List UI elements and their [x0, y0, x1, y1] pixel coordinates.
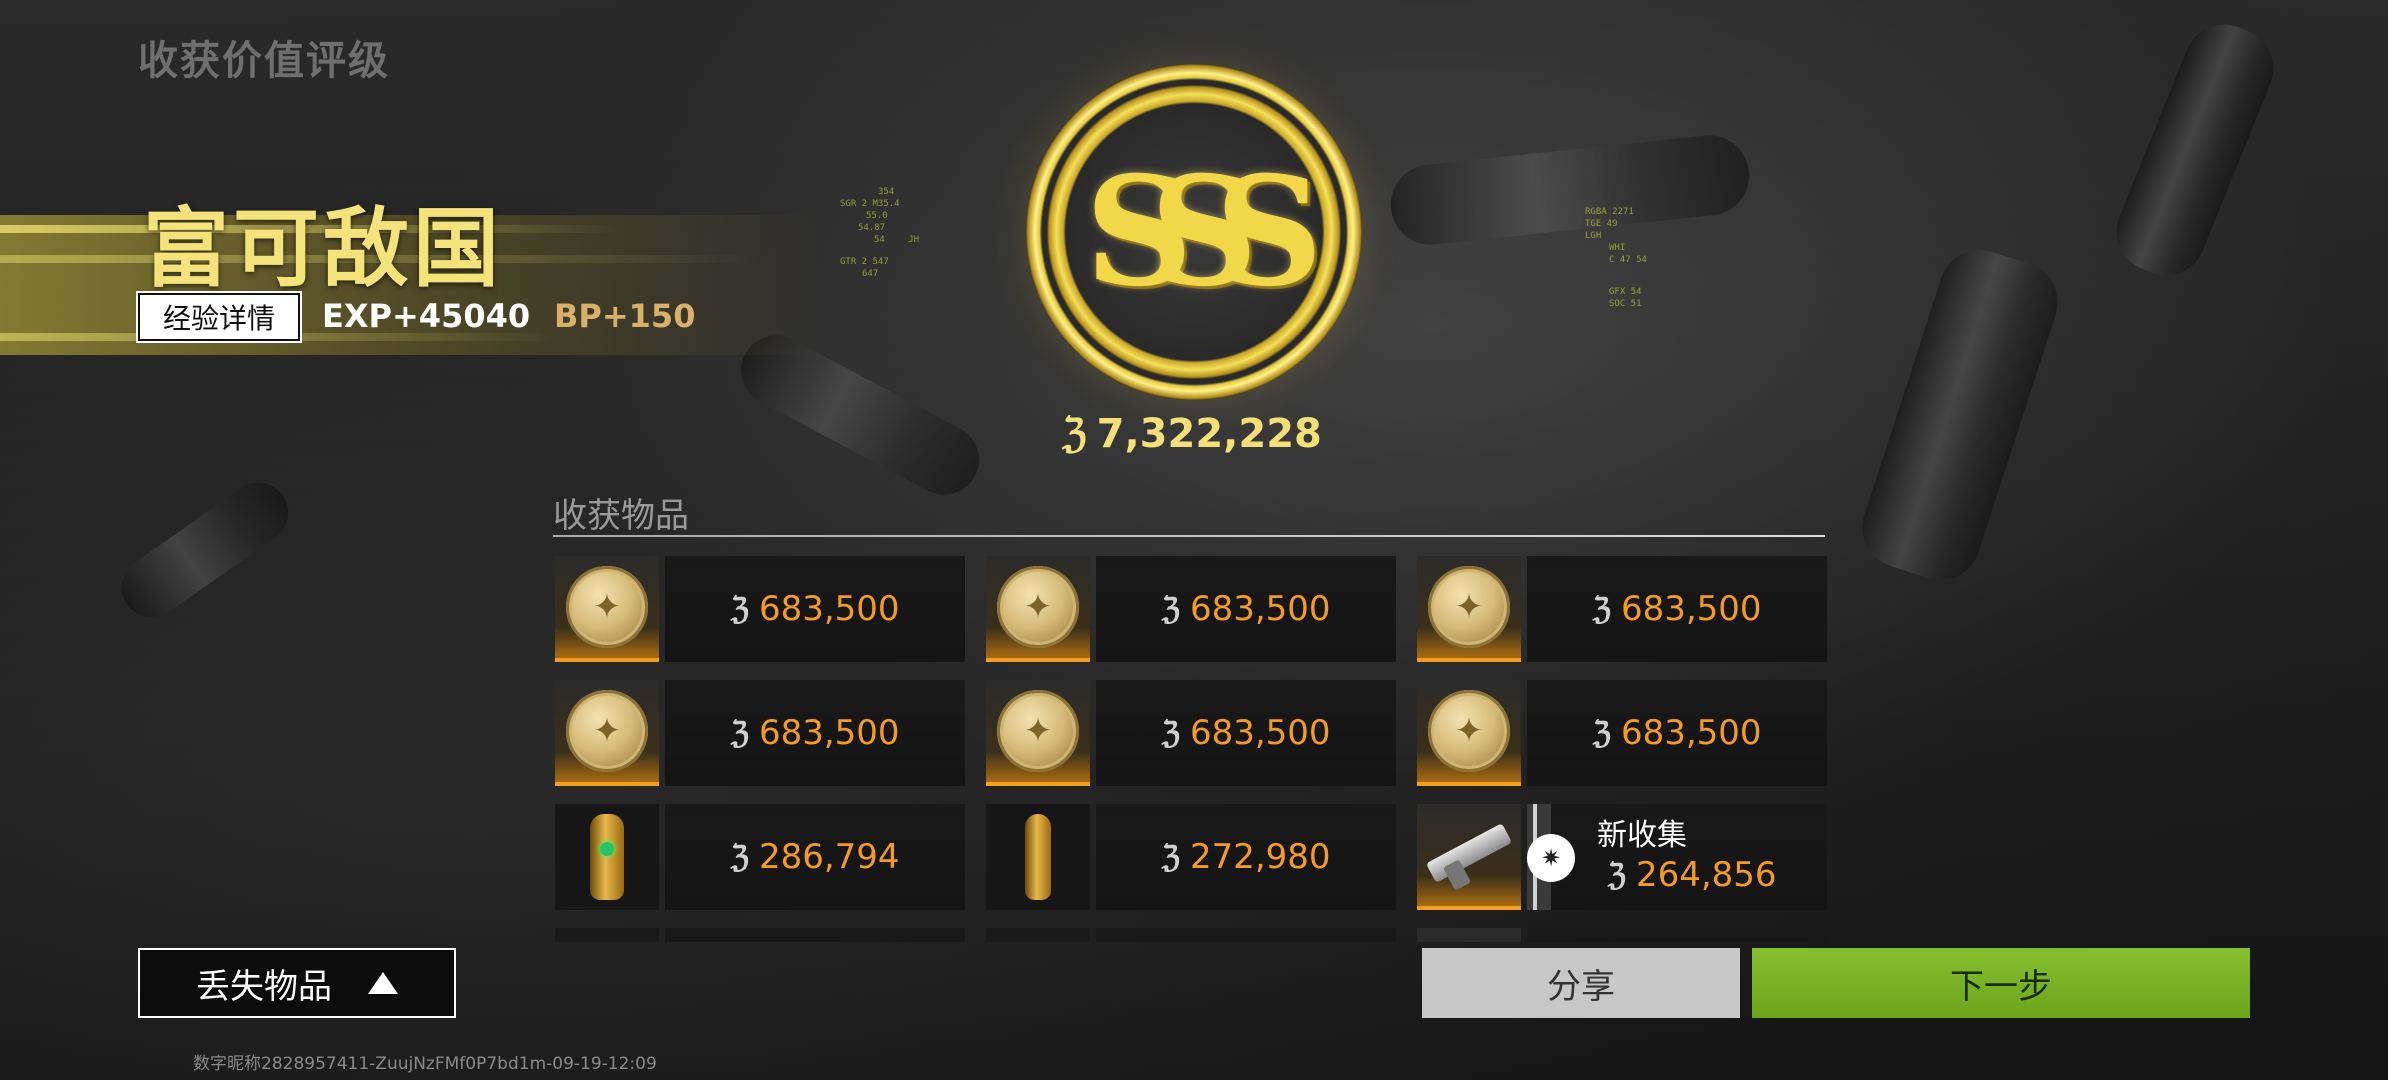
gold-bracer-icon [1025, 814, 1051, 900]
grade-letter: SSS [1084, 144, 1323, 320]
coin-icon: ℨ [1592, 715, 1611, 751]
gold-coin-icon: ✦ [997, 690, 1079, 772]
item-price: ℨ 683,500 [1096, 680, 1396, 786]
item-price: ℨ 286,794 [665, 804, 965, 910]
list-item[interactable]: ✦ ℨ 683,500 [986, 556, 1396, 662]
hud-readout-left: 354 SGR 2 M35.4 55.0 54.87 54 JH GTR 2 5… [840, 187, 920, 279]
rank-title: 富可敌国 [143, 199, 503, 299]
bp-gain: BP+150 [554, 297, 696, 335]
grade-medal: SSS [1026, 64, 1362, 400]
item-price-value: 683,500 [1189, 589, 1331, 629]
share-button[interactable]: 分享 [1422, 948, 1740, 1018]
lost-items-button[interactable]: 丢失物品 [138, 948, 456, 1018]
item-price-value: 264,856 [1635, 855, 1777, 895]
item-price-value: 286,794 [758, 837, 900, 877]
list-item[interactable]: ℨ 286,794 [555, 804, 965, 910]
new-collection-label: 新收集 [1597, 818, 1687, 853]
gold-coin-icon: ✦ [566, 566, 648, 648]
list-item[interactable] [986, 928, 1396, 942]
item-thumbnail: ✦ [555, 556, 659, 662]
list-item[interactable]: ℨ 272,980 [986, 804, 1396, 910]
coin-icon: ℨ [1592, 591, 1611, 627]
player-id-watermark: 数字昵称2828957411-ZuujNzFMf0P7bd1m-09-19-12… [193, 1054, 657, 1074]
triangle-up-icon [368, 972, 398, 994]
list-item[interactable]: ✦ ℨ 683,500 [555, 556, 965, 662]
total-value: ℨ 7,322,228 [1062, 410, 1322, 457]
item-price: ℨ 683,500 [665, 680, 965, 786]
item-thumbnail [986, 804, 1090, 910]
list-item[interactable]: ✦ ℨ 683,500 [1417, 680, 1827, 786]
item-price [1096, 928, 1396, 942]
item-price: ℨ 683,500 [665, 556, 965, 662]
gold-coin-icon: ✦ [1428, 690, 1510, 772]
page-heading: 收获价值评级 [138, 38, 390, 84]
item-price-value: 683,500 [1620, 589, 1762, 629]
list-item[interactable] [1417, 928, 1827, 942]
item-thumbnail: ✦ [1417, 556, 1521, 662]
coin-icon: ℨ [1062, 410, 1087, 457]
hud-readout-right: RGBA 2271 TGE 49 LGH WHI C 47 54 GFX 54 … [1585, 207, 1647, 309]
item-price: ℨ 683,500 [1096, 556, 1396, 662]
coin-icon: ℨ [730, 715, 749, 751]
gold-coin-icon: ✦ [566, 690, 648, 772]
next-button[interactable]: 下一步 [1752, 948, 2250, 1018]
item-price: ℨ 272,980 [1096, 804, 1396, 910]
items-divider [553, 535, 1825, 537]
coin-icon: ℨ [1161, 715, 1180, 751]
item-price-value: 272,980 [1189, 837, 1331, 877]
item-price [665, 928, 965, 942]
item-thumbnail [555, 928, 659, 942]
total-value-amount: 7,322,228 [1096, 410, 1322, 457]
item-price: ℨ 683,500 [1527, 556, 1827, 662]
item-price [1527, 928, 1827, 942]
list-item[interactable]: ✦ ℨ 683,500 [555, 680, 965, 786]
lost-items-label: 丢失物品 [196, 966, 332, 1007]
list-item[interactable]: ℨ 264,856 ✷ 新收集 [1417, 804, 1827, 910]
coin-icon: ℨ [1607, 857, 1626, 893]
item-price-value: 683,500 [1189, 713, 1331, 753]
item-price-value: 683,500 [1620, 713, 1762, 753]
item-thumbnail [555, 804, 659, 910]
coin-icon: ℨ [730, 839, 749, 875]
item-thumbnail [1417, 804, 1521, 910]
list-item[interactable]: ✦ ℨ 683,500 [1417, 556, 1827, 662]
gold-coin-icon: ✦ [997, 566, 1079, 648]
item-thumbnail: ✦ [986, 556, 1090, 662]
item-thumbnail [1417, 928, 1521, 942]
items-grid[interactable]: ✦ ℨ 683,500 ✦ ℨ 683,500 ✦ ℨ 683,500 ✦ ℨ 683,… [553, 556, 1828, 942]
items-header: 收获物品 [553, 496, 689, 536]
gold-bracer-icon [590, 814, 624, 900]
exp-details-button[interactable]: 经验详情 [138, 293, 300, 341]
coin-icon: ℨ [1161, 839, 1180, 875]
list-item[interactable]: ✦ ℨ 683,500 [986, 680, 1396, 786]
item-thumbnail: ✦ [986, 680, 1090, 786]
item-thumbnail [986, 928, 1090, 942]
rifle-icon [1425, 823, 1513, 891]
new-star-icon: ✷ [1531, 838, 1571, 878]
coin-icon: ℨ [730, 591, 749, 627]
gold-coin-icon: ✦ [1428, 566, 1510, 648]
item-price-value: 683,500 [758, 713, 900, 753]
item-thumbnail: ✦ [555, 680, 659, 786]
item-price: ℨ 683,500 [1527, 680, 1827, 786]
list-item[interactable] [555, 928, 965, 942]
item-price-value: 683,500 [758, 589, 900, 629]
exp-gain: EXP+45040 [322, 297, 531, 335]
coin-icon: ℨ [1161, 591, 1180, 627]
item-thumbnail: ✦ [1417, 680, 1521, 786]
